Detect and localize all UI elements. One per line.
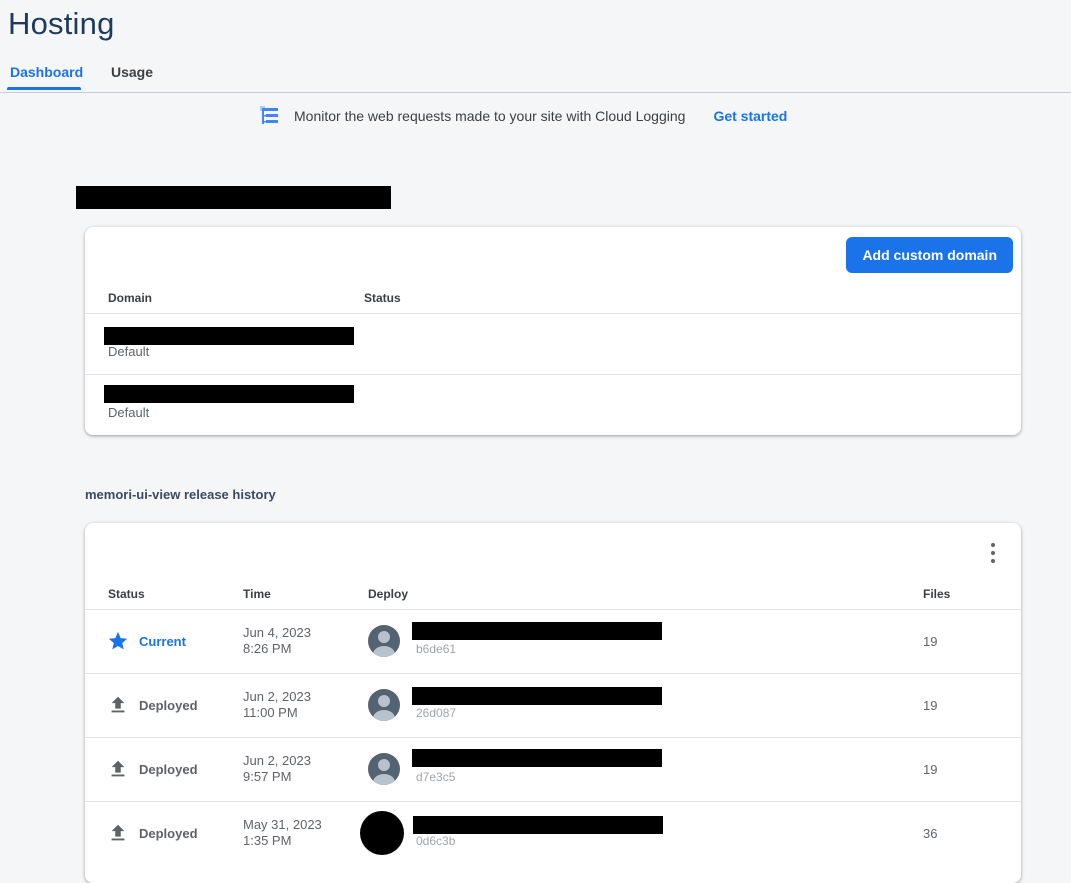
files-count: 19: [923, 698, 938, 713]
release-date: Jun 2, 2023: [243, 753, 311, 768]
status-label: Current: [139, 633, 186, 649]
redacted-deployer: [412, 749, 662, 767]
release-time: 8:26 PM: [243, 641, 292, 656]
time-cell: Jun 2, 2023 11:00 PM: [243, 689, 311, 721]
time-cell: May 31, 2023 1:35 PM: [243, 817, 322, 849]
status-cell: Deployed: [107, 822, 198, 844]
avatar: [368, 753, 400, 785]
divider: [85, 801, 1021, 802]
divider: [85, 374, 1021, 375]
star-icon: [107, 630, 129, 652]
redacted-deployer: [413, 816, 663, 834]
files-count: 36: [923, 826, 938, 841]
upload-icon: [107, 694, 129, 716]
deploy-hash: 26d087: [416, 706, 457, 720]
release-date: Jun 4, 2023: [243, 625, 311, 640]
files-column-header: Files: [923, 587, 951, 601]
get-started-link[interactable]: Get started: [713, 108, 787, 124]
time-cell: Jun 2, 2023 9:57 PM: [243, 753, 311, 785]
status-column-header: Status: [108, 587, 145, 601]
status-cell: Deployed: [107, 694, 198, 716]
upload-icon: [107, 758, 129, 780]
tab-dashboard[interactable]: Dashboard: [8, 64, 85, 80]
deploy-hash: b6de61: [416, 642, 457, 656]
domain-column-header: Domain: [108, 291, 153, 305]
tab-bar: Dashboard Usage: [0, 58, 1071, 93]
add-custom-domain-button[interactable]: Add custom domain: [846, 237, 1013, 273]
divider: [85, 673, 1021, 674]
redacted-deployer: [412, 622, 662, 640]
redacted-domain: [104, 327, 354, 345]
cloud-logging-banner: Monitor the web requests made to your si…: [258, 104, 787, 128]
status-cell: Current: [107, 630, 186, 652]
status-label: Deployed: [139, 761, 198, 777]
status-cell: Deployed: [107, 758, 198, 780]
cloud-logging-icon: [258, 106, 280, 126]
deploy-hash: 0d6c3b: [416, 834, 456, 848]
redacted-domain: [104, 385, 354, 403]
avatar: [368, 689, 400, 721]
upload-icon: [107, 822, 129, 844]
time-column-header: Time: [243, 587, 271, 601]
time-cell: Jun 4, 2023 8:26 PM: [243, 625, 311, 657]
status-label: Deployed: [139, 825, 198, 841]
redacted-site-name: [76, 186, 391, 209]
domains-card: Add custom domain Domain Status Default …: [85, 227, 1021, 435]
release-history-card: Status Time Deploy Files Current Jun 4, …: [85, 523, 1021, 883]
avatar: [360, 811, 404, 855]
redacted-deployer: [412, 687, 662, 705]
release-time: 9:57 PM: [243, 769, 292, 784]
domain-default-label: Default: [108, 344, 150, 359]
page-title: Hosting: [8, 6, 115, 41]
release-date: May 31, 2023: [243, 817, 322, 832]
status-label: Deployed: [139, 697, 198, 713]
tab-usage[interactable]: Usage: [109, 64, 155, 80]
divider: [85, 609, 1021, 610]
deploy-column-header: Deploy: [368, 587, 409, 601]
status-column-header: Status: [364, 291, 401, 305]
domain-default-label: Default: [108, 405, 150, 420]
files-count: 19: [923, 634, 938, 649]
release-history-title: memori-ui-view release history: [85, 487, 276, 502]
files-count: 19: [923, 762, 938, 777]
banner-text: Monitor the web requests made to your si…: [294, 108, 686, 124]
avatar: [368, 625, 400, 657]
divider: [85, 313, 1021, 314]
active-tab-indicator: [7, 87, 81, 90]
release-date: Jun 2, 2023: [243, 689, 311, 704]
release-time: 1:35 PM: [243, 833, 292, 848]
divider: [85, 737, 1021, 738]
more-options-icon[interactable]: [987, 541, 999, 565]
deploy-hash: d7e3c5: [416, 770, 456, 784]
release-time: 11:00 PM: [243, 705, 298, 720]
